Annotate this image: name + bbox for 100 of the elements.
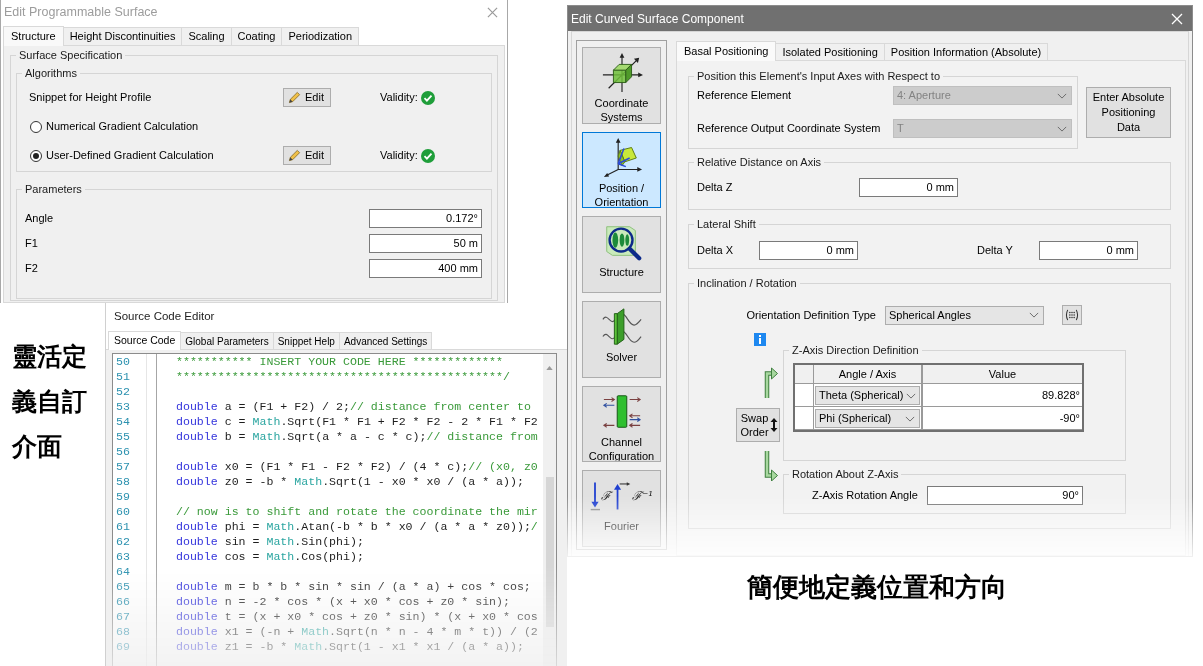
radio-label[interactable]: User-Defined Gradient Calculation — [46, 147, 214, 164]
tab[interactable]: Source Code — [108, 331, 182, 350]
radio-button[interactable] — [30, 149, 42, 162]
pencil-icon — [288, 91, 301, 104]
radio-button[interactable] — [30, 120, 42, 133]
sidebar-button[interactable]: Structure — [582, 216, 661, 293]
sidebar-button[interactable]: ℱ ℱ⁻¹ Fourier — [582, 470, 661, 548]
field-label: F2 — [25, 261, 38, 277]
tab[interactable]: Structure — [3, 26, 64, 46]
tab[interactable]: Scaling — [182, 27, 232, 45]
value-field[interactable]: 50 m — [369, 234, 482, 253]
keypad-button[interactable] — [1062, 305, 1082, 325]
tab[interactable]: Height Discontinuities — [63, 27, 183, 45]
line-number: 53 — [116, 399, 131, 414]
field-label: Delta Y — [977, 243, 1014, 259]
line-number: 64 — [116, 564, 131, 579]
code-line: double b = Math.Sqrt(a * a - c * c);// distance from — [176, 429, 539, 444]
line-number: 50 — [116, 354, 131, 369]
group-title: Algorithms — [24, 67, 78, 80]
info-icon[interactable] — [754, 333, 766, 346]
validity-label: Validity: — [380, 148, 418, 164]
sidebar-button[interactable]: Position / Orientation — [582, 131, 661, 209]
dropdown[interactable]: Theta (Spherical) — [815, 386, 920, 405]
field-label: Z-Axis Rotation Angle — [812, 488, 919, 504]
keypad-icon — [1065, 309, 1079, 321]
code-line: // now is to shift and rotate the coordinate the mir — [176, 504, 539, 519]
line-number: 58 — [116, 474, 131, 489]
code-line: *********** INSERT YOUR CODE HERE ************* — [176, 354, 504, 369]
radio-label[interactable]: Numerical Gradient Calculation — [46, 118, 199, 135]
line-number: 67 — [116, 609, 131, 624]
scrollbar[interactable] — [543, 354, 556, 666]
tab[interactable]: Periodization — [282, 27, 359, 45]
tab[interactable]: Global Parameters — [181, 332, 274, 349]
group-title: Rotation About Z-Axis — [791, 468, 900, 481]
group-title: Inclination / Rotation — [696, 277, 798, 290]
code-line: double z1 = -b * Math.Sqrt(1 - x1 * x1 / (a * a)); — [176, 639, 525, 654]
tab[interactable]: Snippet Help — [273, 332, 340, 349]
swap-order-button[interactable]: Swap Order — [736, 408, 780, 442]
value-field[interactable]: 400 mm — [369, 259, 482, 278]
line-number: 62 — [116, 534, 131, 549]
tab[interactable]: Position Information (Absolute) — [884, 43, 1049, 60]
side-caption: 靈活定義自訂介面 — [12, 341, 88, 463]
chevron-down-icon — [1029, 312, 1039, 318]
field-label: Orientation Definition Type — [745, 307, 876, 323]
tab[interactable]: Advanced Settings — [339, 332, 433, 349]
line-number: 66 — [116, 594, 131, 609]
field-label: Delta Z — [697, 180, 734, 196]
chevron-down-icon — [1057, 125, 1067, 132]
line-number: 51 — [116, 369, 131, 384]
line-number: 61 — [116, 519, 131, 534]
field-label: Angle — [25, 211, 54, 227]
sidebar-button[interactable]: Channel Configuration — [582, 385, 661, 463]
code-line: double sin = Math.Sin(phi); — [176, 534, 365, 549]
chevron-down-icon — [906, 392, 917, 399]
sidebar-button[interactable]: Coordinate Systems — [582, 47, 661, 124]
line-number: 60 — [116, 504, 131, 519]
positioning-data-button[interactable]: Enter Absolute Positioning Data — [1086, 87, 1171, 138]
code-line: double z0 = -b * Math.Sqrt(1 - x0 * x0 / (a * a)); — [176, 474, 525, 489]
value-field[interactable]: 0 mm — [1039, 241, 1138, 260]
window-title: Source Code Editor — [114, 308, 215, 324]
caption: 簡便地定義位置和方向 — [747, 571, 1007, 604]
group-title: Position this Element's Input Axes with Respect to — [696, 70, 941, 83]
scroll-thumb[interactable] — [545, 477, 554, 627]
group-title: Relative Distance on Axis — [696, 156, 823, 169]
dropdown[interactable]: Phi (Spherical) — [815, 409, 920, 428]
edit-button[interactable]: Edit — [283, 88, 331, 107]
line-number: 69 — [116, 639, 131, 654]
code-line: double t = (x + x0 * cos + z0 * sin) * (x + x0 * cos — [176, 609, 539, 624]
code-line: double x1 = (-n + Math.Sqrt(n * n - 4 * m * t)) / (2 — [176, 624, 539, 639]
value-field[interactable]: 0 mm — [859, 178, 958, 197]
code-line: double m = b * b * sin * sin / (a * a) + cos * cos; — [176, 579, 532, 594]
transform-symbol: ℱ — [600, 489, 611, 504]
value-field[interactable]: 90° — [927, 486, 1083, 505]
dropdown[interactable]: Spherical Angles — [885, 305, 1044, 325]
tab[interactable]: Basal Positioning — [676, 41, 777, 61]
up-arrow-icon — [613, 481, 631, 512]
transform-symbol: ℱ⁻¹ — [631, 489, 654, 504]
line-number: 57 — [116, 459, 131, 474]
header-corner-cell — [795, 365, 814, 384]
line-number: 63 — [116, 549, 131, 564]
tab[interactable]: Coating — [231, 27, 283, 45]
scroll-up-icon[interactable] — [546, 366, 553, 370]
code-line: double n = -2 * cos * (x + x0 * cos + z0 * sin); — [176, 594, 511, 609]
bent-arrow-icon — [762, 364, 778, 398]
value-field[interactable]: 0.172° — [369, 209, 482, 228]
value-field[interactable]: 0 mm — [759, 241, 858, 260]
code-line: double phi = Math.Atan(-b * b * x0 / (a * a * z0));/ — [176, 519, 539, 534]
group-title: Z-Axis Direction Definition — [791, 344, 920, 357]
sidebar-button[interactable]: Solver — [582, 301, 661, 378]
close-icon[interactable] — [487, 7, 498, 18]
line-number: 56 — [116, 444, 131, 459]
line-number: 54 — [116, 414, 131, 429]
tab[interactable]: Isolated Positioning — [776, 43, 885, 60]
edit-button[interactable]: Edit — [283, 146, 331, 165]
code-line: double c = Math.Sqrt(F1 * F1 + F2 * F2 - 2 * F1 * F2 — [176, 414, 539, 429]
column-header: Value — [923, 365, 1082, 384]
group-title: Parameters — [24, 183, 83, 196]
chevron-down-icon — [905, 415, 915, 422]
field-label: Delta X — [697, 243, 735, 259]
line-number: 55 — [116, 429, 131, 444]
